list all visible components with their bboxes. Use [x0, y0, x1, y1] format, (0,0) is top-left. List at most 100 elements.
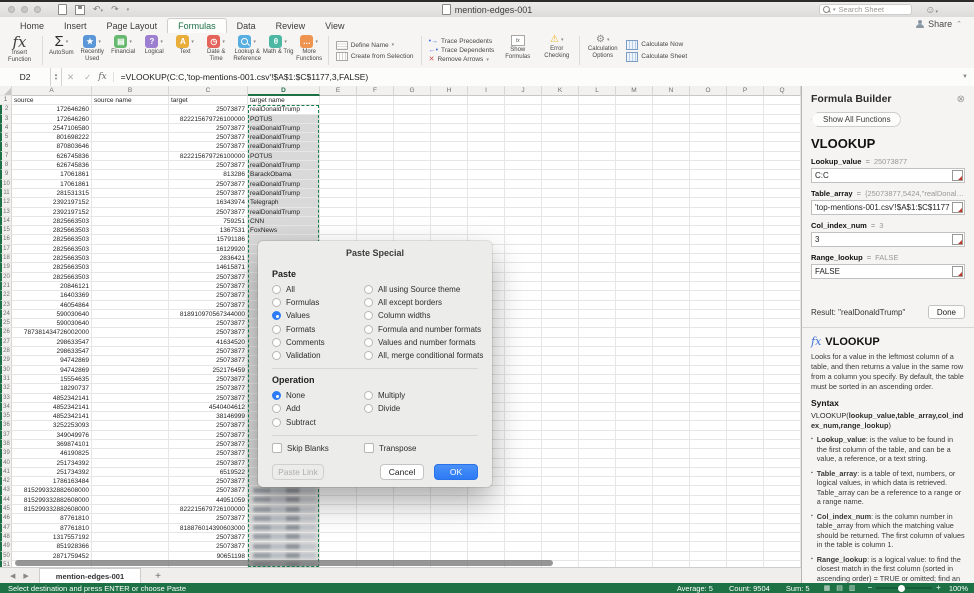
row-header-1[interactable]: 1: [0, 96, 12, 105]
cell-A15[interactable]: 2825663503: [12, 226, 92, 235]
cell-O11[interactable]: [690, 189, 727, 198]
cell-N39[interactable]: [653, 449, 690, 458]
cell-N19[interactable]: [653, 263, 690, 272]
trace-precedents-button[interactable]: •→ Trace Precedents: [429, 38, 495, 45]
cell-A26[interactable]: 787381434726002000: [12, 328, 92, 337]
cell-J41[interactable]: [505, 468, 542, 477]
cell-E44[interactable]: [320, 496, 357, 505]
cell-I43[interactable]: [468, 486, 505, 495]
cell-M3[interactable]: [616, 115, 653, 124]
add-sheet-button[interactable]: +: [141, 571, 175, 582]
cell-L10[interactable]: [579, 180, 616, 189]
cell-D14[interactable]: CNN: [248, 217, 320, 226]
cell-K10[interactable]: [542, 180, 579, 189]
cell-L49[interactable]: [579, 542, 616, 551]
cell-O30[interactable]: [690, 366, 727, 375]
cell-M5[interactable]: [616, 133, 653, 142]
cell-M27[interactable]: [616, 338, 653, 347]
cell-B41[interactable]: [92, 468, 169, 477]
cell-L7[interactable]: [579, 152, 616, 161]
cell-J24[interactable]: [505, 310, 542, 319]
cell-D15[interactable]: FoxNews: [248, 226, 320, 235]
cell-N43[interactable]: [653, 486, 690, 495]
cell-J42[interactable]: [505, 477, 542, 486]
cell-F49[interactable]: [357, 542, 394, 551]
row-header-22[interactable]: 22: [0, 291, 12, 300]
cell-B33[interactable]: [92, 394, 169, 403]
cell-K27[interactable]: [542, 338, 579, 347]
cell-B21[interactable]: [92, 282, 169, 291]
cell-A41[interactable]: 251734392: [12, 468, 92, 477]
cell-D49[interactable]: [248, 542, 320, 551]
cell-G45[interactable]: [394, 505, 431, 514]
cell-P4[interactable]: [727, 124, 764, 133]
cell-N17[interactable]: [653, 245, 690, 254]
cell-N50[interactable]: [653, 552, 690, 561]
column-header-E[interactable]: E: [320, 86, 357, 96]
cell-J8[interactable]: [505, 161, 542, 170]
cell-B8[interactable]: [92, 161, 169, 170]
cell-Q39[interactable]: [764, 449, 801, 458]
cell-C17[interactable]: 16129920: [169, 245, 248, 254]
cell-B11[interactable]: [92, 189, 169, 198]
cell-E11[interactable]: [320, 189, 357, 198]
cell-K38[interactable]: [542, 440, 579, 449]
cell-C2[interactable]: 25073877: [169, 105, 248, 114]
cell-H44[interactable]: [431, 496, 468, 505]
cell-K22[interactable]: [542, 291, 579, 300]
cell-M35[interactable]: [616, 412, 653, 421]
radio-values-and-number-formats[interactable]: Values and number formats: [364, 336, 483, 349]
cell-D11[interactable]: realDonaldTrump: [248, 189, 320, 198]
cell-L37[interactable]: [579, 431, 616, 440]
cancel-entry-icon[interactable]: ✕: [62, 72, 79, 83]
sheet-nav-left-icon[interactable]: ◀: [10, 572, 15, 580]
cell-L25[interactable]: [579, 319, 616, 328]
cell-A8[interactable]: 626745836: [12, 161, 92, 170]
row-header-12[interactable]: 12: [0, 198, 12, 207]
zoom-slider[interactable]: [876, 587, 932, 589]
cell-E9[interactable]: [320, 170, 357, 179]
cell-Q33[interactable]: [764, 394, 801, 403]
cell-A17[interactable]: 2825663503: [12, 245, 92, 254]
cell-O40[interactable]: [690, 459, 727, 468]
cell-M43[interactable]: [616, 486, 653, 495]
row-header-38[interactable]: 38: [0, 440, 12, 449]
cell-H8[interactable]: [431, 161, 468, 170]
cell-M22[interactable]: [616, 291, 653, 300]
cell-G5[interactable]: [394, 133, 431, 142]
cell-I11[interactable]: [468, 189, 505, 198]
formula-text[interactable]: =VLOOKUP(C:C,'top-mentions-001.csv'!$A$1…: [114, 72, 369, 82]
cell-O3[interactable]: [690, 115, 727, 124]
row-header-47[interactable]: 47: [0, 524, 12, 533]
cell-O28[interactable]: [690, 347, 727, 356]
cell-J23[interactable]: [505, 301, 542, 310]
cell-B35[interactable]: [92, 412, 169, 421]
cell-K7[interactable]: [542, 152, 579, 161]
cell-A39[interactable]: 46190825: [12, 449, 92, 458]
cell-G6[interactable]: [394, 142, 431, 151]
cell-G4[interactable]: [394, 124, 431, 133]
calculate-now-button[interactable]: Calculate Now: [626, 40, 687, 50]
cell-C3[interactable]: 822215679726100000: [169, 115, 248, 124]
cell-P41[interactable]: [727, 468, 764, 477]
cell-Q36[interactable]: [764, 421, 801, 430]
cell-M36[interactable]: [616, 421, 653, 430]
cell-N45[interactable]: [653, 505, 690, 514]
row-header-36[interactable]: 36: [0, 421, 12, 430]
cell-J37[interactable]: [505, 431, 542, 440]
row-header-27[interactable]: 27: [0, 338, 12, 347]
cell-M31[interactable]: [616, 375, 653, 384]
cell-Q26[interactable]: [764, 328, 801, 337]
cell-A13[interactable]: 2392197152: [12, 208, 92, 217]
cell-M21[interactable]: [616, 282, 653, 291]
cell-M8[interactable]: [616, 161, 653, 170]
cell-E13[interactable]: [320, 208, 357, 217]
cell-N22[interactable]: [653, 291, 690, 300]
cell-C6[interactable]: 25073877: [169, 142, 248, 151]
cell-E5[interactable]: [320, 133, 357, 142]
cell-N49[interactable]: [653, 542, 690, 551]
cell-M47[interactable]: [616, 524, 653, 533]
cell-M12[interactable]: [616, 198, 653, 207]
range-picker-icon[interactable]: [952, 234, 963, 245]
zoom-in-icon[interactable]: +: [936, 584, 941, 592]
